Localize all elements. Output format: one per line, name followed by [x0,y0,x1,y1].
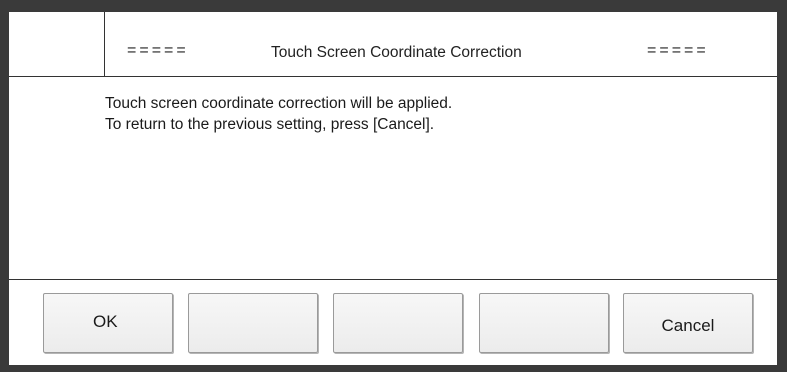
function-button-2[interactable] [188,293,318,353]
title-bar: ===== Touch Screen Coordinate Correction… [9,12,777,77]
cancel-button-label: Cancel [661,316,715,335]
message-line-2: To return to the previous setting, press… [105,116,435,133]
message-line-1: Touch screen coordinate correction will … [105,95,453,112]
dialog-panel: ===== Touch Screen Coordinate Correction… [9,12,777,365]
ok-button[interactable]: OK [43,293,173,353]
dialog-title: Touch Screen Coordinate Correction [271,44,522,61]
button-divider [9,279,777,280]
ok-button-label: OK [93,312,118,331]
dialog-message: Touch screen coordinate correction will … [105,93,452,135]
title-decoration-right: ===== [647,42,709,59]
title-decoration-left: ===== [127,42,189,59]
title-left-box [9,12,105,76]
cancel-button[interactable]: Cancel [623,293,753,353]
function-button-3[interactable] [333,293,463,353]
function-button-4[interactable] [479,293,609,353]
